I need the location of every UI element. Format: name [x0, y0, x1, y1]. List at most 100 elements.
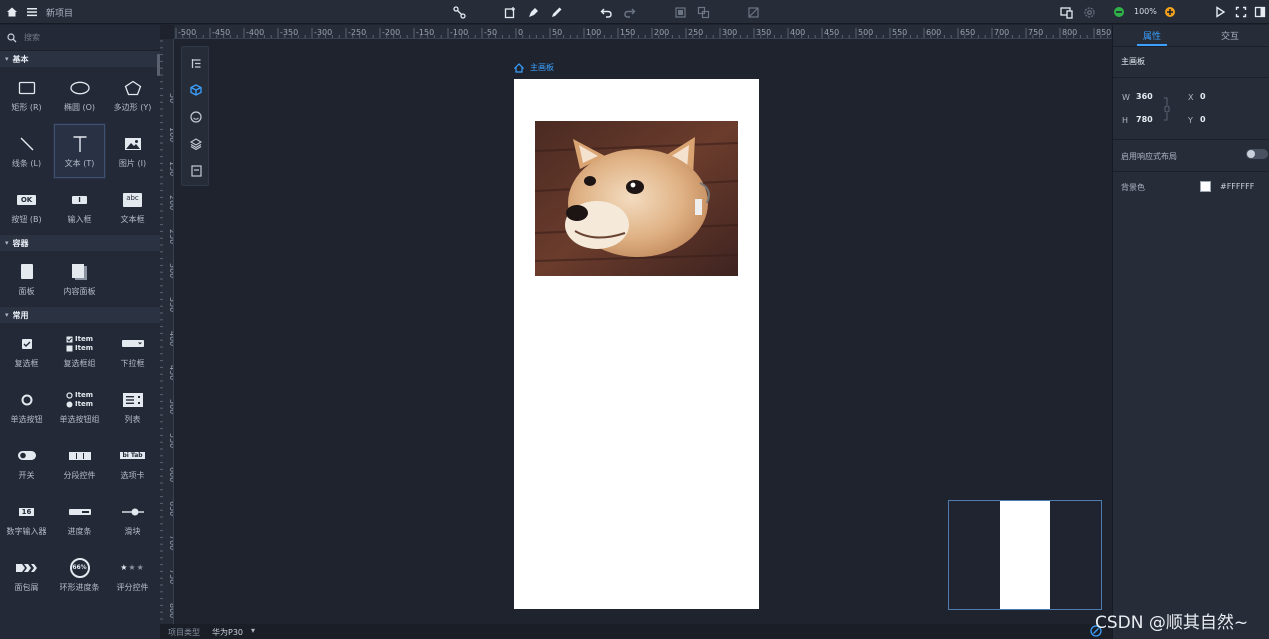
line-icon: [19, 134, 35, 154]
home-icon[interactable]: [4, 4, 20, 20]
text-icon: [72, 134, 88, 154]
section-basic[interactable]: ▾ 基本: [0, 51, 160, 67]
component-progress-bar[interactable]: 进度条: [53, 491, 106, 547]
settings-icon[interactable]: [1081, 4, 1097, 20]
ruler-tick-label: 350: [756, 28, 771, 37]
component-ellipse[interactable]: 椭圆 (O): [53, 67, 106, 123]
artboard-label[interactable]: 主画板: [514, 62, 554, 73]
number-input-icon: 16: [18, 502, 35, 522]
background-color-value[interactable]: #FFFFFF: [1220, 182, 1254, 191]
responsive-toggle[interactable]: [1246, 149, 1268, 159]
ruler-tick-label: 850: [1096, 28, 1111, 37]
pencil-icon[interactable]: [548, 4, 564, 20]
radio-icon: [21, 390, 33, 410]
minimap[interactable]: [948, 500, 1102, 610]
ruler-tick-label: 550: [892, 28, 907, 37]
component-input[interactable]: I 输入框: [53, 179, 106, 235]
search-box[interactable]: 搜索: [0, 25, 160, 51]
add-page-icon[interactable]: [502, 4, 518, 20]
component-cube-icon[interactable]: [182, 81, 210, 99]
chevron-down-icon[interactable]: ▾: [251, 626, 255, 635]
device-preview-icon[interactable]: [1058, 4, 1074, 20]
selection-title-section: 主画板: [1113, 47, 1269, 78]
fullscreen-icon[interactable]: [1233, 4, 1249, 20]
dog-image[interactable]: [535, 121, 738, 276]
redo-icon[interactable]: [621, 4, 637, 20]
ungroup-icon[interactable]: [695, 4, 711, 20]
ruler-tick-label: -450: [212, 28, 230, 37]
emoji-icon[interactable]: [182, 108, 210, 126]
component-rectangle[interactable]: 矩形 (R): [0, 67, 53, 123]
y-input[interactable]: 0: [1200, 115, 1206, 124]
search-input[interactable]: 搜索: [24, 32, 40, 43]
tab-properties[interactable]: 属性: [1113, 25, 1191, 46]
height-input[interactable]: 780: [1136, 115, 1153, 124]
checkbox-group-icon: Item Item: [66, 334, 93, 354]
component-slider[interactable]: 滑块: [106, 491, 159, 547]
pen-tool-icon[interactable]: [525, 4, 541, 20]
component-switch[interactable]: 开关: [0, 435, 53, 491]
component-library: 搜索 ▾ 基本 矩形 (R) 椭圆 (O) 多边形 (Y) 线条 (L) 文本 (…: [0, 25, 160, 639]
component-dropdown[interactable]: 下拉框: [106, 323, 159, 379]
component-checkbox-group[interactable]: Item Item 复选框组: [53, 323, 106, 379]
component-textarea[interactable]: abc 文本框: [106, 179, 159, 235]
ruler-tick-label: 600: [926, 28, 941, 37]
component-content-panel[interactable]: 内容面板: [53, 251, 106, 307]
ruler-tick-label: 400: [790, 28, 805, 37]
vertical-ruler[interactable]: 50 100 150 200 250 300 350 400 450 500 550 600 650 70…: [160, 39, 174, 639]
width-input[interactable]: 360: [1136, 92, 1153, 101]
list-icon: [122, 390, 143, 410]
textarea-icon: abc: [123, 190, 142, 210]
component-rating[interactable]: ★ ★★ 评分控件: [106, 547, 159, 603]
device-select[interactable]: 华为P30: [212, 627, 243, 638]
component-button[interactable]: OK 按钮 (B): [0, 179, 53, 235]
ruler-tick-label: 750: [1028, 28, 1043, 37]
component-number-input[interactable]: 16 数字输入器: [0, 491, 53, 547]
properties-panel: 属性 交互 主画板 W 360 H 780 X 0 Y 0 启用响应式布局 背景…: [1112, 25, 1269, 639]
component-text[interactable]: 文本 (T): [53, 123, 106, 179]
component-checkbox[interactable]: 复选框: [0, 323, 53, 379]
component-breadcrumb[interactable]: 面包屑: [0, 547, 53, 603]
component-image[interactable]: 图片 (I): [106, 123, 159, 179]
section-common[interactable]: ▾ 常用: [0, 307, 160, 323]
link-ratio-icon[interactable]: [1163, 95, 1171, 126]
page-icon[interactable]: [182, 162, 210, 180]
section-container[interactable]: ▾ 容器: [0, 235, 160, 251]
component-ring-progress[interactable]: 66% 环形进度条: [53, 547, 106, 603]
x-label: X: [1188, 93, 1194, 102]
chevron-down-icon: ▾: [5, 311, 9, 319]
zoom-in-icon[interactable]: [1162, 4, 1178, 20]
menu-icon[interactable]: [24, 4, 40, 20]
component-radio-group[interactable]: Item Item 单选按钮组: [53, 379, 106, 435]
tabs-icon: bi Tab: [120, 452, 145, 459]
background-color-swatch[interactable]: [1200, 181, 1211, 192]
outline-icon[interactable]: [182, 54, 210, 72]
tab-interaction[interactable]: 交互: [1191, 25, 1269, 46]
project-name[interactable]: 新项目: [46, 6, 73, 19]
component-line[interactable]: 线条 (L): [0, 123, 53, 179]
responsive-section: 启用响应式布局: [1113, 140, 1269, 172]
chevron-down-icon: ▾: [5, 239, 9, 247]
component-segmented[interactable]: 分段控件: [53, 435, 106, 491]
component-polygon[interactable]: 多边形 (Y): [106, 67, 159, 123]
panel-toggle-icon[interactable]: [1252, 4, 1268, 20]
button-icon: OK: [16, 190, 37, 210]
component-list[interactable]: 列表: [106, 379, 159, 435]
ruler-tick-label: -250: [348, 28, 366, 37]
component-radio[interactable]: 单选按钮: [0, 379, 53, 435]
zoom-out-icon[interactable]: [1111, 4, 1127, 20]
component-panel[interactable]: 面板: [0, 251, 53, 307]
undo-icon[interactable]: [598, 4, 614, 20]
group-icon[interactable]: [672, 4, 688, 20]
component-tabs[interactable]: bi Tab 选项卡: [106, 435, 159, 491]
x-input[interactable]: 0: [1200, 92, 1206, 101]
ruler-tick-label: -100: [450, 28, 468, 37]
horizontal-ruler[interactable]: -500 -450 -400 -350 -300 -250 -200 -150 -100 -50 0…: [174, 25, 1112, 39]
connect-icon[interactable]: [451, 4, 467, 20]
zoom-level[interactable]: 100%: [1134, 7, 1157, 16]
layers-icon[interactable]: [182, 135, 210, 153]
crop-icon[interactable]: [745, 4, 761, 20]
ruler-tick-label: 100: [586, 28, 601, 37]
ruler-tick-label: 150: [620, 28, 635, 37]
play-icon[interactable]: [1212, 4, 1228, 20]
